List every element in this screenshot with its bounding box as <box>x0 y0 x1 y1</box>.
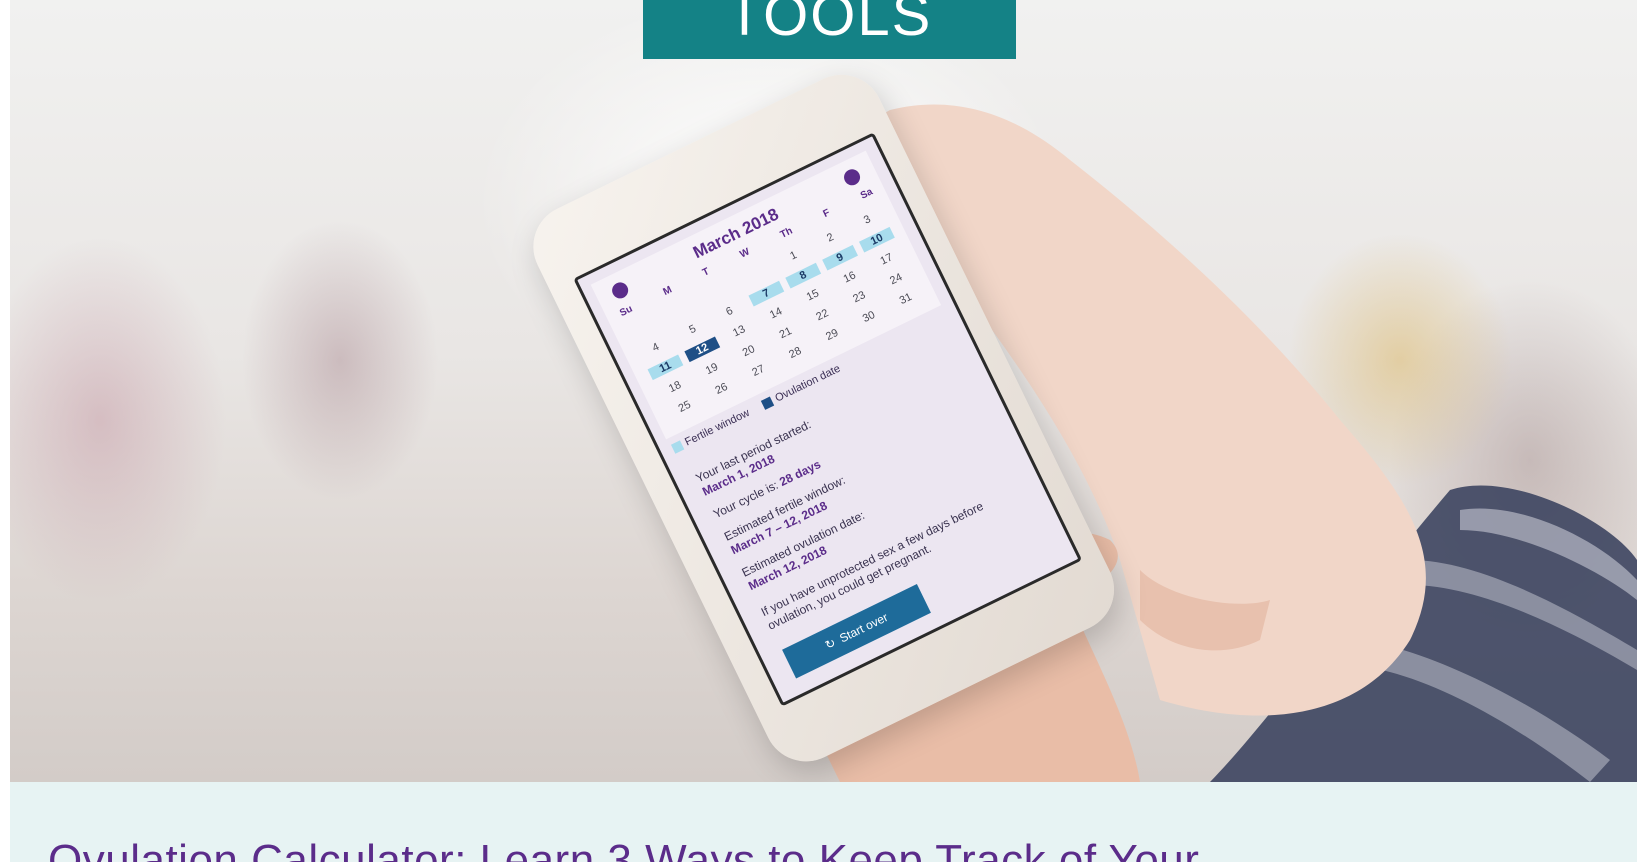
weekday: T <box>700 266 712 279</box>
calendar-day <box>705 284 736 299</box>
weekday: F <box>821 207 832 220</box>
article-card[interactable]: TOOLS March 2018 Su M T W Th F Sa 1 2 3 … <box>10 0 1637 862</box>
fertile-swatch-icon <box>670 440 685 454</box>
refresh-icon: ↻ <box>822 635 839 653</box>
weekday: Sa <box>858 186 875 202</box>
ovulation-swatch-icon <box>761 396 775 410</box>
article-title-link[interactable]: Ovulation Calculator: Learn 3 Ways to Ke… <box>48 836 1199 862</box>
calendar-day <box>741 266 772 281</box>
calendar-day <box>668 302 699 317</box>
start-over-label: Start over <box>837 610 891 646</box>
article-caption[interactable]: Ovulation Calculator: Learn 3 Ways to Ke… <box>10 782 1637 862</box>
hero-image[interactable]: TOOLS March 2018 Su M T W Th F Sa 1 2 3 … <box>10 0 1637 782</box>
calendar-day <box>631 320 662 335</box>
weekday: W <box>738 246 752 261</box>
weekday: Th <box>778 225 795 241</box>
weekday: Su <box>618 303 635 320</box>
weekday: M <box>661 284 674 298</box>
